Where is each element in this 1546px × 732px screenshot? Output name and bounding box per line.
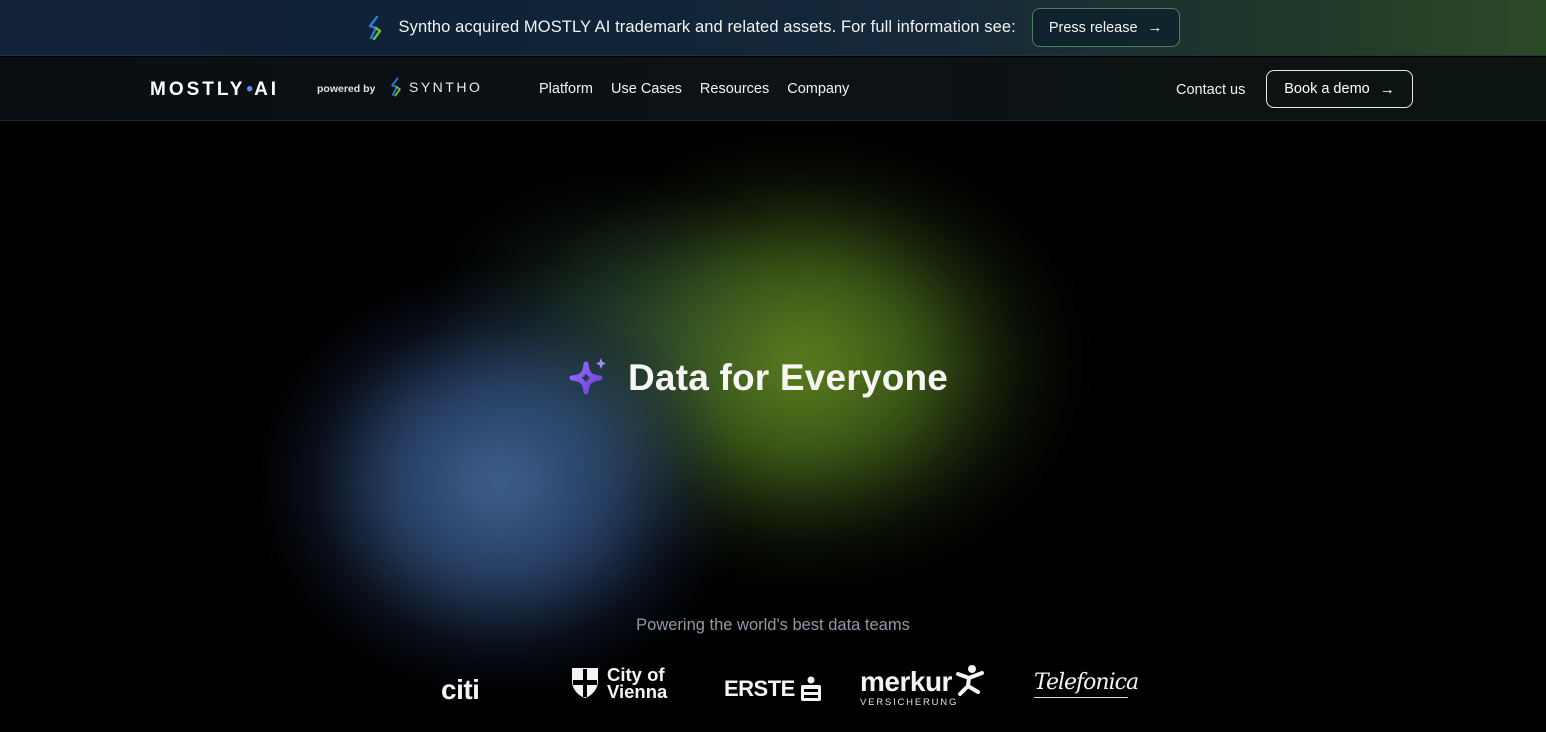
nav-item-company[interactable]: Company	[787, 81, 849, 97]
city-of-vienna-logo: City of Vienna	[571, 665, 668, 702]
powered-by-label: powered by	[317, 83, 376, 95]
book-demo-button[interactable]: Book a demo →	[1266, 70, 1413, 108]
sparkasse-s-icon	[800, 676, 821, 701]
arrow-right-icon: →	[1147, 19, 1163, 36]
telefonica-wordmark: Telefonica	[1034, 670, 1139, 695]
sparkle-icon	[569, 358, 606, 395]
nav-item-platform[interactable]: Platform	[539, 81, 593, 97]
telefonica-logo: Telefonica	[1034, 670, 1139, 698]
syntho-s-icon	[391, 77, 401, 97]
hero-section: Data for Everyone Powering the world's b…	[0, 122, 1546, 732]
nav-menu: Platform Use Cases Resources Company	[539, 81, 849, 97]
hero-headline: Data for Everyone	[566, 356, 948, 400]
book-demo-label: Book a demo	[1284, 81, 1370, 97]
vienna-line2: Vienna	[607, 681, 668, 702]
syntho-s-icon	[369, 15, 382, 40]
press-release-label: Press release	[1048, 19, 1138, 36]
logo-dot: •	[246, 79, 254, 100]
telefonica-underline	[1034, 697, 1128, 698]
main-nav: MOSTLY • AI powered by SYNTHO Platform U…	[0, 57, 1546, 121]
merkur-wordmark: merkur	[860, 666, 952, 697]
merkur-figure-icon	[955, 665, 984, 696]
citi-wordmark: citi	[441, 674, 480, 705]
syntho-logo: SYNTHO	[389, 77, 482, 97]
nav-item-resources[interactable]: Resources	[700, 81, 769, 97]
announcement-bar: Syntho acquired MOSTLY AI trademark and …	[0, 0, 1546, 56]
merkur-subtitle: VERSICHERUNG	[860, 697, 959, 708]
hero-title: Data for Everyone	[628, 357, 949, 398]
announcement-message: Syntho acquired MOSTLY AI trademark and …	[398, 18, 1016, 36]
logo-part1: MOSTLY	[150, 79, 246, 100]
mostly-ai-logo[interactable]: MOSTLY • AI	[150, 79, 279, 101]
arrow-right-icon: →	[1379, 80, 1395, 98]
erste-logo: ERSTE	[724, 676, 822, 702]
logo-part2: AI	[254, 79, 280, 100]
press-release-button[interactable]: Press release →	[1031, 8, 1180, 47]
vienna-shield-icon	[572, 668, 598, 698]
contact-us-link[interactable]: Contact us	[1176, 82, 1245, 98]
customer-logos: citi City of Vienna ERSTE merkur VERSICH…	[0, 656, 1546, 716]
merkur-logo: merkur VERSICHERUNG	[860, 664, 986, 708]
hero-tagline: Powering the world's best data teams	[636, 616, 910, 634]
erste-wordmark: ERSTE	[724, 676, 795, 701]
nav-item-use-cases[interactable]: Use Cases	[611, 81, 682, 97]
citi-logo: citi	[441, 674, 480, 706]
syntho-wordmark: SYNTHO	[409, 79, 483, 95]
